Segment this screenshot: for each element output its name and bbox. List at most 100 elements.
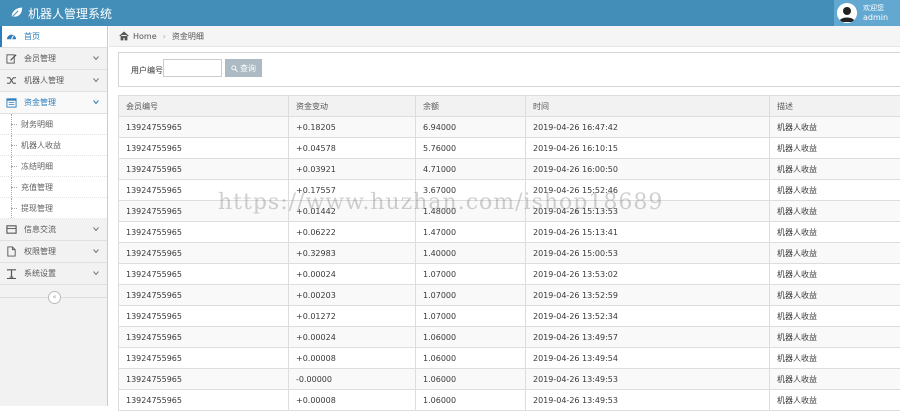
table-row: 13924755965+0.045785.760002019-04-26 16:… bbox=[119, 138, 900, 159]
column-header-balance: 余额 bbox=[416, 96, 526, 117]
table-row: 13924755965+0.000241.070002019-04-26 13:… bbox=[119, 264, 900, 285]
chevron-down-icon bbox=[93, 226, 99, 232]
chevron-down-icon bbox=[93, 99, 99, 105]
member-id-cell: 13924755965 bbox=[119, 264, 289, 285]
column-header-member-id: 会员编号 bbox=[119, 96, 289, 117]
fund-change-cell: +0.18205 bbox=[289, 117, 416, 138]
table-row: 13924755965+0.000081.060002019-04-26 13:… bbox=[119, 390, 900, 411]
breadcrumb-current: 资金明细 bbox=[172, 31, 204, 42]
column-header-description: 描述 bbox=[770, 96, 900, 117]
fund-change-cell: +0.03921 bbox=[289, 159, 416, 180]
balance-cell: 5.76000 bbox=[416, 138, 526, 159]
description-cell: 机器人收益 bbox=[770, 117, 900, 138]
table-row: 13924755965+0.002031.070002019-04-26 13:… bbox=[119, 285, 900, 306]
search-icon bbox=[231, 65, 238, 72]
fund-change-cell: +0.01272 bbox=[289, 306, 416, 327]
member-id-cell: 13924755965 bbox=[119, 159, 289, 180]
description-cell: 机器人收益 bbox=[770, 264, 900, 285]
search-button-label: 查询 bbox=[240, 63, 256, 74]
table-row: 13924755965+0.000241.060002019-04-26 13:… bbox=[119, 327, 900, 348]
sidebar-item-label: 系统设置 bbox=[24, 268, 56, 279]
fund-change-cell: +0.06222 bbox=[289, 222, 416, 243]
breadcrumb-home-link[interactable]: Home bbox=[133, 32, 157, 41]
time-cell: 2019-04-26 13:49:57 bbox=[526, 327, 770, 348]
top-navbar: 机器人管理系统 欢迎您 admin bbox=[0, 0, 900, 26]
time-cell: 2019-04-26 16:00:50 bbox=[526, 159, 770, 180]
home-icon bbox=[119, 31, 129, 41]
sidebar-item-label: 信息交流 bbox=[24, 224, 56, 235]
user-menu[interactable]: 欢迎您 admin bbox=[834, 0, 900, 26]
table-row: 13924755965+0.012721.070002019-04-26 13:… bbox=[119, 306, 900, 327]
balance-cell: 1.06000 bbox=[416, 390, 526, 411]
fund-change-cell: -0.00000 bbox=[289, 369, 416, 390]
description-cell: 机器人收益 bbox=[770, 159, 900, 180]
balance-cell: 1.06000 bbox=[416, 348, 526, 369]
description-cell: 机器人收益 bbox=[770, 243, 900, 264]
balance-cell: 1.06000 bbox=[416, 369, 526, 390]
user-id-input[interactable] bbox=[163, 59, 222, 77]
submenu-item-label: 财务明细 bbox=[21, 119, 53, 130]
description-cell: 机器人收益 bbox=[770, 348, 900, 369]
user-id-label: 用户编号 bbox=[131, 65, 163, 76]
description-cell: 机器人收益 bbox=[770, 201, 900, 222]
member-id-cell: 13924755965 bbox=[119, 117, 289, 138]
member-id-cell: 13924755965 bbox=[119, 222, 289, 243]
fund-change-cell: +0.00008 bbox=[289, 390, 416, 411]
edit-icon bbox=[6, 53, 17, 64]
time-cell: 2019-04-26 13:49:54 bbox=[526, 348, 770, 369]
submenu-item-label: 机器人收益 bbox=[21, 140, 61, 151]
submenu-item-label: 冻结明细 bbox=[21, 161, 53, 172]
leaf-icon bbox=[10, 6, 23, 22]
sidebar-item-label: 权限管理 bbox=[24, 246, 56, 257]
balance-cell: 1.07000 bbox=[416, 285, 526, 306]
description-cell: 机器人收益 bbox=[770, 306, 900, 327]
description-cell: 机器人收益 bbox=[770, 138, 900, 159]
submenu-item-robot-earnings[interactable]: 机器人收益 bbox=[0, 135, 107, 156]
description-cell: 机器人收益 bbox=[770, 390, 900, 411]
submenu-item-finance-details[interactable]: 财务明细 bbox=[0, 114, 107, 135]
sidebar-item-messages[interactable]: 信息交流 bbox=[0, 219, 107, 241]
time-cell: 2019-04-26 15:13:41 bbox=[526, 222, 770, 243]
text-icon bbox=[6, 268, 17, 279]
app-brand[interactable]: 机器人管理系统 bbox=[10, 5, 112, 22]
member-id-cell: 13924755965 bbox=[119, 138, 289, 159]
search-button[interactable]: 查询 bbox=[225, 59, 262, 77]
sidebar-item-members[interactable]: 会员管理 bbox=[0, 48, 107, 70]
chevron-down-icon bbox=[93, 55, 99, 61]
table-row: 13924755965+0.000081.060002019-04-26 13:… bbox=[119, 348, 900, 369]
fund-change-cell: +0.00024 bbox=[289, 327, 416, 348]
fund-change-cell: +0.04578 bbox=[289, 138, 416, 159]
balance-cell: 4.71000 bbox=[416, 159, 526, 180]
column-header-fund-change: 资金变动 bbox=[289, 96, 416, 117]
sidebar-collapse-button[interactable]: « bbox=[48, 291, 61, 304]
sidebar-item-home[interactable]: 首页 bbox=[0, 26, 107, 48]
submenu-item-recharge[interactable]: 充值管理 bbox=[0, 177, 107, 198]
fund-details-table: 会员编号 资金变动 余额 时间 描述 13924755965+0.182056.… bbox=[118, 95, 900, 411]
fund-change-cell: +0.00008 bbox=[289, 348, 416, 369]
description-cell: 机器人收益 bbox=[770, 222, 900, 243]
balance-cell: 1.47000 bbox=[416, 222, 526, 243]
sidebar-item-permissions[interactable]: 权限管理 bbox=[0, 241, 107, 263]
sidebar-item-settings[interactable]: 系统设置 bbox=[0, 263, 107, 285]
column-header-time: 时间 bbox=[526, 96, 770, 117]
fund-change-cell: +0.00203 bbox=[289, 285, 416, 306]
sidebar-item-label: 资金管理 bbox=[24, 97, 56, 108]
sidebar-item-robots[interactable]: 机器人管理 bbox=[0, 70, 107, 92]
member-id-cell: 13924755965 bbox=[119, 243, 289, 264]
member-id-cell: 13924755965 bbox=[119, 327, 289, 348]
shuffle-icon bbox=[6, 75, 17, 86]
time-cell: 2019-04-26 13:52:59 bbox=[526, 285, 770, 306]
member-id-cell: 13924755965 bbox=[119, 306, 289, 327]
submenu-item-frozen-details[interactable]: 冻结明细 bbox=[0, 156, 107, 177]
time-cell: 2019-04-26 13:49:53 bbox=[526, 390, 770, 411]
username: admin bbox=[863, 13, 888, 22]
message-icon bbox=[6, 224, 17, 235]
sidebar-item-funds[interactable]: 资金管理 bbox=[0, 92, 107, 114]
chevron-down-icon bbox=[93, 270, 99, 276]
submenu-item-label: 提现管理 bbox=[21, 203, 53, 214]
time-cell: 2019-04-26 15:00:53 bbox=[526, 243, 770, 264]
description-cell: 机器人收益 bbox=[770, 369, 900, 390]
time-cell: 2019-04-26 13:52:34 bbox=[526, 306, 770, 327]
search-panel: 用户编号 查询 bbox=[118, 52, 900, 87]
submenu-item-withdraw[interactable]: 提现管理 bbox=[0, 198, 107, 219]
